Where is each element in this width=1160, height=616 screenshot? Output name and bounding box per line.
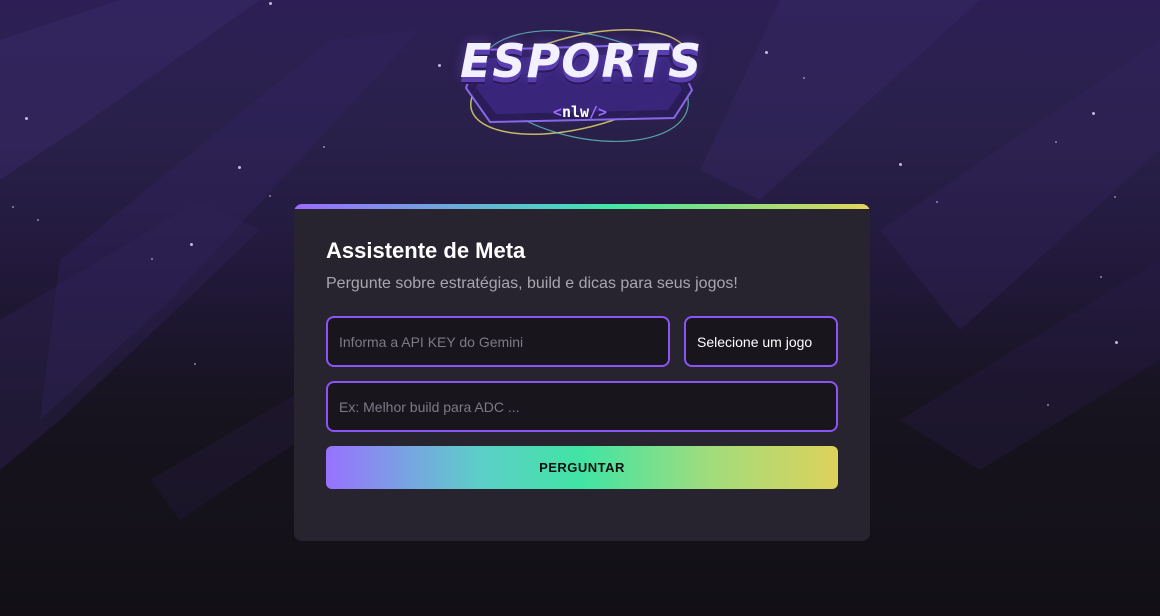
logo-subtitle-close: /> <box>589 103 608 121</box>
assistant-card: Assistente de Meta Pergunte sobre estrat… <box>294 204 870 541</box>
star <box>936 201 938 203</box>
api-key-input[interactable] <box>326 316 670 367</box>
star <box>1047 404 1049 406</box>
card-gradient-bar <box>294 204 870 209</box>
star <box>1055 141 1057 143</box>
star <box>12 206 14 208</box>
game-select[interactable]: Selecione um jogo <box>684 316 838 367</box>
star <box>803 77 805 79</box>
star <box>37 219 39 221</box>
star <box>238 166 241 169</box>
logo-subtitle: <nlw/> <box>460 103 700 121</box>
ask-button[interactable]: PERGUNTAR <box>326 446 838 489</box>
star <box>323 146 325 148</box>
star <box>765 51 768 54</box>
star <box>1115 341 1118 344</box>
question-input[interactable] <box>326 381 838 432</box>
star <box>151 258 153 260</box>
logo-title: ESPORTS <box>460 34 703 88</box>
logo-subtitle-text: nlw <box>561 103 590 121</box>
card-title: Assistente de Meta <box>326 238 526 263</box>
star <box>190 243 193 246</box>
star <box>194 363 196 365</box>
star <box>899 163 902 166</box>
esports-logo: ESPORTS <nlw/> <box>460 10 703 152</box>
star <box>1092 112 1095 115</box>
card-subtitle: Pergunte sobre estratégias, build e dica… <box>326 275 738 292</box>
star <box>269 2 272 5</box>
star <box>269 195 271 197</box>
star <box>25 117 28 120</box>
logo-subtitle-open: < <box>552 103 562 121</box>
star <box>1100 276 1102 278</box>
star <box>1114 196 1116 198</box>
star <box>438 64 441 67</box>
